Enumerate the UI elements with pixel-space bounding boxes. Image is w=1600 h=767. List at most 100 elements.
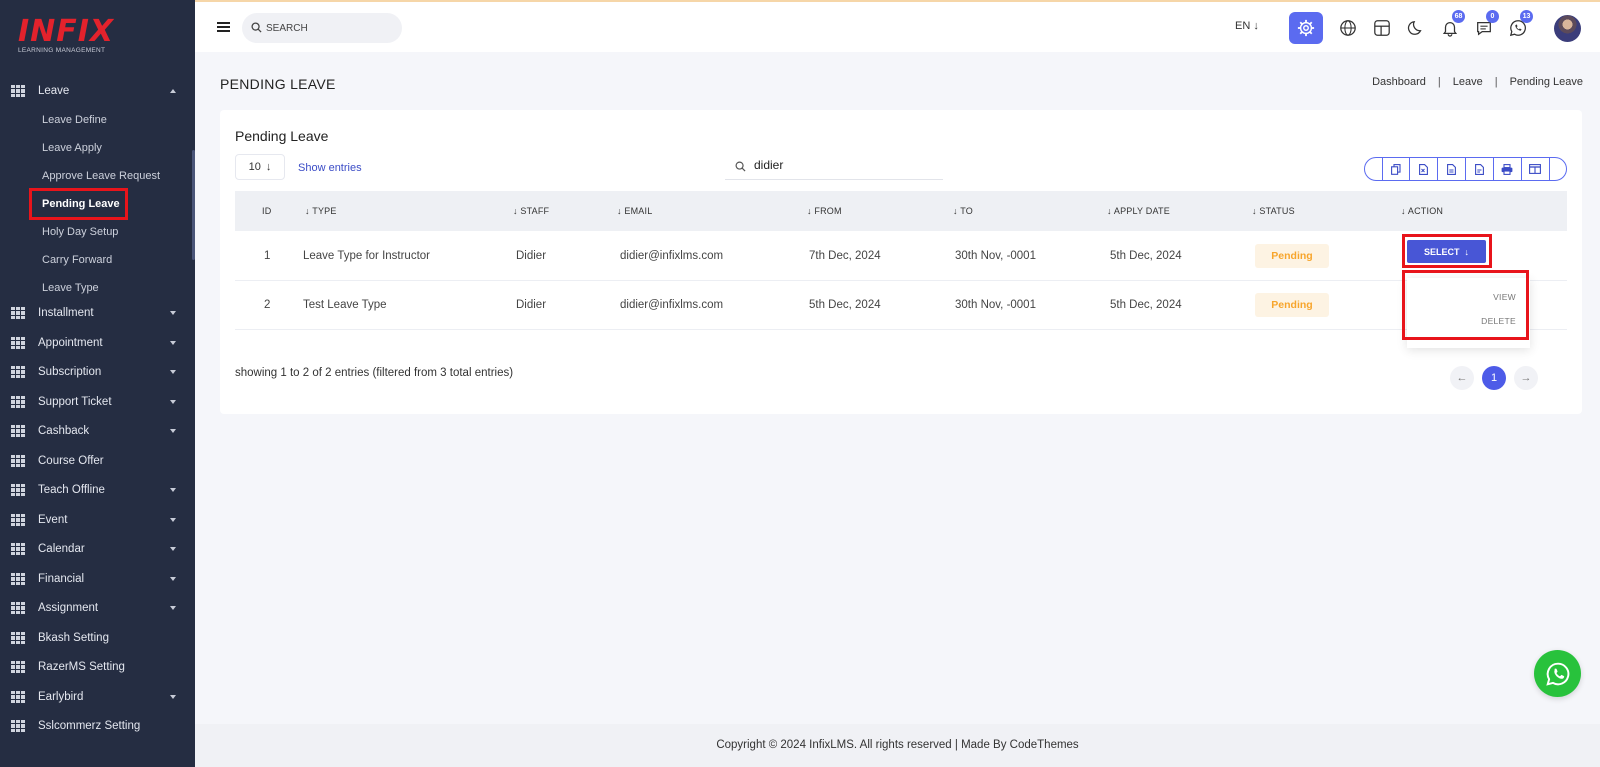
avatar[interactable] [1554, 15, 1581, 42]
pagination-page-button[interactable]: 1 [1482, 366, 1506, 390]
global-search-input[interactable] [266, 13, 396, 43]
caret-down-icon [170, 429, 176, 433]
grid-icon [11, 365, 25, 379]
cell-email: didier@infixlms.com [620, 250, 724, 262]
column-header-staff[interactable]: ↓ STAFF [513, 191, 549, 231]
hamburger-menu-icon[interactable] [217, 22, 230, 32]
highlight-box [29, 188, 128, 220]
grid-icon [11, 454, 25, 468]
pending-leave-card: Pending Leave 10 ↓ Show entries ID ↓ TYP… [220, 110, 1582, 414]
entries-per-page-select[interactable]: 10 ↓ [235, 154, 285, 180]
sidebar-subitem-leave-apply[interactable]: Leave Apply [42, 142, 102, 154]
arrow-down-icon: ↓ [265, 161, 272, 173]
caret-up-icon [170, 89, 176, 93]
column-header-action[interactable]: ↓ ACTION [1401, 191, 1443, 231]
column-header-id[interactable]: ID [262, 191, 271, 231]
sidebar-item-financial[interactable]: Financial [0, 566, 190, 592]
column-header-email[interactable]: ↓ EMAIL [617, 191, 652, 231]
dark-mode-toggle[interactable] [1399, 12, 1433, 44]
export-buttons [1364, 157, 1567, 181]
whatsapp-header-button[interactable]: 13 [1501, 10, 1535, 44]
column-visibility-button[interactable] [1522, 158, 1550, 180]
layout-button[interactable] [1365, 12, 1399, 44]
grid-icon [11, 84, 25, 98]
column-header-type[interactable]: ↓ TYPE [305, 191, 337, 231]
pagination-prev-button[interactable]: ← [1450, 366, 1474, 390]
caret-down-icon [170, 577, 176, 581]
cell-type: Leave Type for Instructor [303, 250, 430, 262]
column-header-status[interactable]: ↓ STATUS [1252, 191, 1295, 231]
table-search-input[interactable] [754, 154, 934, 176]
column-header-label: EMAIL [624, 206, 653, 216]
whatsapp-float-button[interactable] [1534, 650, 1581, 697]
language-selector[interactable]: EN ↓ [1235, 20, 1259, 32]
sidebar-item-label: Assignment [38, 602, 99, 614]
sidebar-subitem-leave-define[interactable]: Leave Define [42, 114, 107, 126]
sidebar-item-label: Sslcommerz Setting [38, 720, 141, 732]
sidebar-item-appointment[interactable]: Appointment [0, 330, 190, 356]
copy-button[interactable] [1381, 158, 1410, 180]
column-header-label: STATUS [1259, 206, 1295, 216]
column-header-apply-date[interactable]: ↓ APPLY DATE [1107, 191, 1170, 231]
sidebar-item-event[interactable]: Event [0, 507, 190, 533]
excel-button[interactable] [1410, 158, 1438, 180]
sidebar-item-label: Financial [38, 573, 85, 585]
entries-value: 10 [248, 161, 261, 173]
sidebar: INFIX LEARNING MANAGEMENT Leave Leave De… [0, 0, 195, 767]
csv-button[interactable] [1438, 158, 1466, 180]
messages-button[interactable]: 0 [1467, 10, 1501, 44]
grid-icon [11, 572, 25, 586]
cell-from: 7th Dec, 2024 [809, 250, 881, 262]
csv-file-icon [1446, 163, 1456, 175]
sidebar-item-course-offer[interactable]: Course Offer [0, 448, 190, 474]
sidebar-item-installment[interactable]: Installment [0, 300, 190, 326]
column-header-label: ACTION [1407, 206, 1444, 216]
print-button[interactable] [1494, 158, 1522, 180]
sidebar-item-label: RazerMS Setting [38, 661, 125, 673]
column-header-to[interactable]: ↓ TO [953, 191, 973, 231]
caret-down-icon [170, 370, 176, 374]
sidebar-scrollbar[interactable] [192, 150, 195, 260]
sidebar-item-subscription[interactable]: Subscription [0, 359, 190, 385]
pagination-next-button[interactable]: → [1514, 366, 1538, 390]
breadcrumb-leave[interactable]: Leave [1453, 76, 1483, 88]
sidebar-item-assignment[interactable]: Assignment [0, 595, 190, 621]
sidebar-subitem-approve-leave-request[interactable]: Approve Leave Request [42, 170, 160, 182]
sidebar-item-label: Course Offer [38, 455, 104, 467]
sidebar-item-earlybird[interactable]: Earlybird [0, 684, 190, 710]
sidebar-item-calendar[interactable]: Calendar [0, 536, 190, 562]
sidebar-item-label: Leave [38, 85, 70, 97]
breadcrumb-current: Pending Leave [1509, 76, 1583, 88]
sidebar-item-bkash-setting[interactable]: Bkash Setting [0, 625, 190, 651]
column-header-from[interactable]: ↓ FROM [807, 191, 842, 231]
notifications-button[interactable]: 68 [1433, 10, 1467, 44]
cell-apply-date: 5th Dec, 2024 [1110, 299, 1182, 311]
messages-badge: 0 [1486, 10, 1499, 23]
sidebar-item-support-ticket[interactable]: Support Ticket [0, 389, 190, 415]
print-icon [1501, 163, 1513, 175]
brand-logo[interactable]: INFIX LEARNING MANAGEMENT [18, 17, 114, 55]
cell-to: 30th Nov, -0001 [955, 299, 1036, 311]
pdf-button[interactable] [1466, 158, 1494, 180]
footer: Copyright © 2024 InfixLMS. All rights re… [195, 724, 1600, 767]
sidebar-item-cashback[interactable]: Cashback [0, 418, 190, 444]
table-row: 2 Test Leave Type Didier didier@infixlms.co… [235, 280, 1567, 330]
sidebar-item-label: Support Ticket [38, 396, 112, 408]
sidebar-item-teach-offline[interactable]: Teach Offline [0, 477, 190, 503]
grid-icon [11, 690, 25, 704]
sidebar-item-sslcommerz-setting[interactable]: Sslcommerz Setting [0, 713, 190, 739]
sidebar-item-label: Appointment [38, 337, 103, 349]
sidebar-subitem-leave-type[interactable]: Leave Type [42, 282, 99, 294]
sidebar-item-razerms-setting[interactable]: RazerMS Setting [0, 654, 190, 680]
globe-button[interactable] [1331, 12, 1365, 44]
breadcrumb-dashboard[interactable]: Dashboard [1372, 76, 1426, 88]
sidebar-item-label: Event [38, 514, 68, 526]
caret-down-icon [170, 695, 176, 699]
sidebar-item-label: Bkash Setting [38, 632, 109, 644]
grid-icon [11, 719, 25, 733]
sidebar-item-leave[interactable]: Leave [0, 78, 190, 104]
caret-down-icon [170, 606, 176, 610]
sidebar-subitem-carry-forward[interactable]: Carry Forward [42, 254, 112, 266]
sidebar-subitem-holy-day-setup[interactable]: Holy Day Setup [42, 226, 118, 238]
cell-to: 30th Nov, -0001 [955, 250, 1036, 262]
